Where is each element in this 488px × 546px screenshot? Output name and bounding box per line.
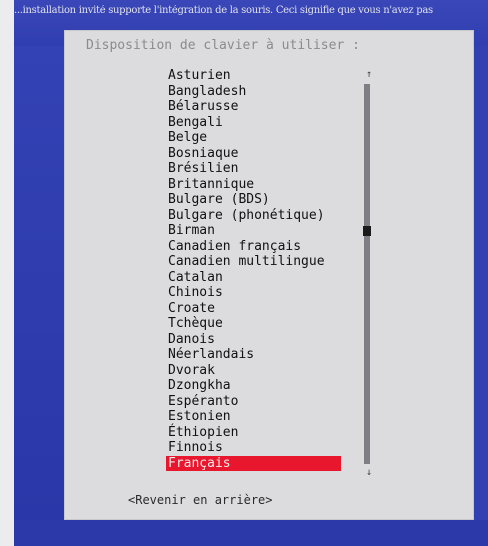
list-item[interactable]: Bulgare (phonétique): [166, 208, 341, 224]
scroll-track[interactable]: [364, 84, 370, 464]
list-item[interactable]: Canadien français: [166, 239, 341, 255]
list-item[interactable]: Espéranto: [166, 394, 341, 410]
list-item[interactable]: Bosniaque: [166, 146, 341, 162]
desktop-background-bottom: [14, 520, 488, 546]
list-item[interactable]: Britannique: [166, 177, 341, 193]
list-item[interactable]: Bangladesh: [166, 84, 341, 100]
scroll-down-icon[interactable]: ↓: [366, 468, 372, 478]
list-item[interactable]: Chinois: [166, 285, 341, 301]
list-item[interactable]: Français: [166, 455, 341, 471]
list-item[interactable]: Birman: [166, 223, 341, 239]
list-item[interactable]: Dzongkha: [166, 378, 341, 394]
list-item[interactable]: Canadien multilingue: [166, 254, 341, 270]
list-item[interactable]: Bengali: [166, 115, 341, 131]
scroll-thumb[interactable]: [363, 226, 371, 236]
dialog-title: Disposition de clavier à utiliser :: [86, 38, 360, 53]
list-item[interactable]: Finnois: [166, 440, 341, 456]
list-item[interactable]: Tchèque: [166, 316, 341, 332]
scrollbar[interactable]: ↑ ↓: [360, 70, 374, 484]
list-item[interactable]: Catalan: [166, 270, 341, 286]
mouse-integration-notice: ...installation invité supporte l'intégr…: [14, 5, 433, 16]
list-item[interactable]: Éthiopien: [166, 425, 341, 441]
list-item[interactable]: Néerlandais: [166, 347, 341, 363]
list-item[interactable]: Asturien: [166, 68, 341, 84]
desktop-background-left: [14, 46, 64, 520]
scroll-up-icon[interactable]: ↑: [366, 70, 372, 80]
keyboard-layout-list[interactable]: Asturien Bangladesh Bélarusse Bengali Belge B…: [166, 68, 341, 471]
list-item[interactable]: Danois: [166, 332, 341, 348]
list-item[interactable]: Belge: [166, 130, 341, 146]
list-item[interactable]: Estonien: [166, 409, 341, 425]
list-item[interactable]: Dvorak: [166, 363, 341, 379]
list-item[interactable]: Bulgare (BDS): [166, 192, 341, 208]
list-item[interactable]: Croate: [166, 301, 341, 317]
back-button[interactable]: <Revenir en arrière>: [128, 492, 273, 508]
list-item[interactable]: Bélarusse: [166, 99, 341, 115]
list-item[interactable]: Brésilien: [166, 161, 341, 177]
desktop-background-right: [474, 46, 488, 520]
